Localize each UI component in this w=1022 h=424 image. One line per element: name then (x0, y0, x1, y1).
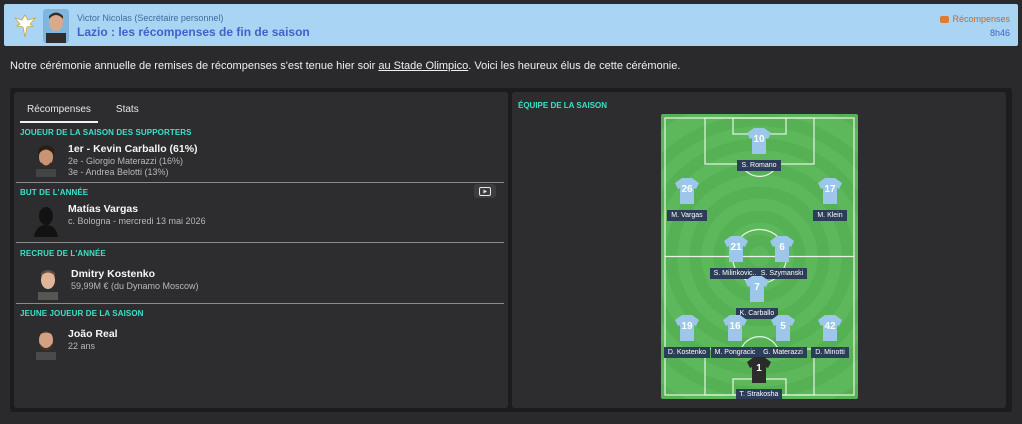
divider (16, 242, 504, 243)
tag-icon (940, 15, 950, 23)
goal-title: BUT DE L'ANNÉE (20, 188, 89, 197)
shirt-number: 16 (729, 321, 741, 332)
message-header: Victor Nicolas (Secrétaire personnel) La… (4, 4, 1018, 46)
message-subject: Lazio : les récompenses de fin de saison (77, 25, 310, 39)
video-icon (479, 186, 491, 196)
fans-player-second[interactable]: 2e - Giorgio Materazzi (16%) (68, 156, 183, 166)
shirt-number: 10 (753, 134, 765, 145)
team-of-season-title: ÉQUIPE DE LA SAISON (518, 101, 608, 110)
shirt-number: 42 (824, 321, 836, 332)
goal-winner[interactable]: Matías Vargas (68, 203, 138, 215)
goal-detail[interactable]: c. Bologna - mercredi 13 mai 2026 (68, 216, 206, 226)
divider (16, 303, 504, 304)
young-player-detail[interactable]: 22 ans (68, 341, 95, 351)
player-silhouette[interactable] (33, 203, 59, 237)
intro-text: Notre cérémonie annuelle de remises de r… (10, 60, 680, 72)
shirt-number: 17 (824, 184, 836, 195)
young-player-title: JEUNE JOUEUR DE LA SAISON (20, 309, 144, 318)
shirt-number: 19 (681, 321, 693, 332)
player-marker[interactable]: 10 S. Romano (726, 128, 792, 172)
intro-after: . Voici les heureux élus de cette cérémo… (468, 60, 681, 72)
player-name: M. Vargas (667, 210, 707, 221)
player-name: S. Romano (737, 160, 781, 171)
signing-winner[interactable]: Dmitry Kostenko (71, 268, 155, 280)
message-time: 8h46 (989, 28, 1010, 38)
lazio-eagle-logo-icon (14, 14, 36, 38)
watch-goal-button[interactable] (474, 184, 496, 198)
divider (16, 182, 504, 183)
category-tag[interactable]: Récompenses (940, 14, 1010, 24)
category-label: Récompenses (952, 14, 1010, 24)
shirt-number: 21 (730, 242, 742, 253)
player-marker[interactable]: 42 D. Minotti (797, 315, 858, 359)
signing-title: RECRUE DE L'ANNÉE (20, 249, 106, 258)
tab-awards[interactable]: Récompenses (20, 104, 98, 123)
sender-avatar (43, 9, 69, 43)
pitch: 10 S. Romano 26 M. Vargas 17 M. Klein 21… (661, 114, 858, 399)
shirt-number: 26 (681, 184, 693, 195)
player-name: M. Klein (813, 210, 847, 221)
stadium-link[interactable]: au Stade Olimpico (378, 60, 468, 72)
player-avatar[interactable] (35, 266, 61, 300)
player-avatar[interactable] (33, 326, 59, 360)
player-marker[interactable]: 26 M. Vargas (661, 178, 720, 222)
player-marker[interactable]: 6 S. Szymanski (749, 236, 815, 280)
player-marker[interactable]: 17 M. Klein (797, 178, 858, 222)
player-marker[interactable]: 1 T. Strakosha (726, 357, 792, 399)
shirt-number: 7 (754, 282, 760, 293)
player-avatar[interactable] (33, 143, 59, 177)
shirt-number: 6 (779, 242, 785, 253)
tab-bar: Récompenses Stats (20, 104, 139, 123)
intro-before: Notre cérémonie annuelle de remises de r… (10, 60, 379, 72)
fans-player-third[interactable]: 3e - Andrea Belotti (13%) (68, 167, 169, 177)
young-player-winner[interactable]: João Real (68, 328, 118, 340)
player-name: D. Minotti (811, 347, 849, 358)
fans-player-winner[interactable]: 1er - Kevin Carballo (61%) (68, 143, 198, 155)
sender-name: Victor Nicolas (Secrétaire personnel) (77, 13, 224, 23)
player-name: T. Strakosha (735, 389, 783, 399)
fans-player-title: JOUEUR DE LA SAISON DES SUPPORTERS (20, 128, 192, 137)
shirt-number: 5 (780, 321, 786, 332)
shirt-number: 1 (756, 363, 762, 374)
player-marker[interactable]: 7 K. Carballo (724, 276, 790, 320)
tab-stats[interactable]: Stats (116, 104, 139, 123)
signing-detail[interactable]: 59,99M € (du Dynamo Moscow) (71, 281, 199, 291)
